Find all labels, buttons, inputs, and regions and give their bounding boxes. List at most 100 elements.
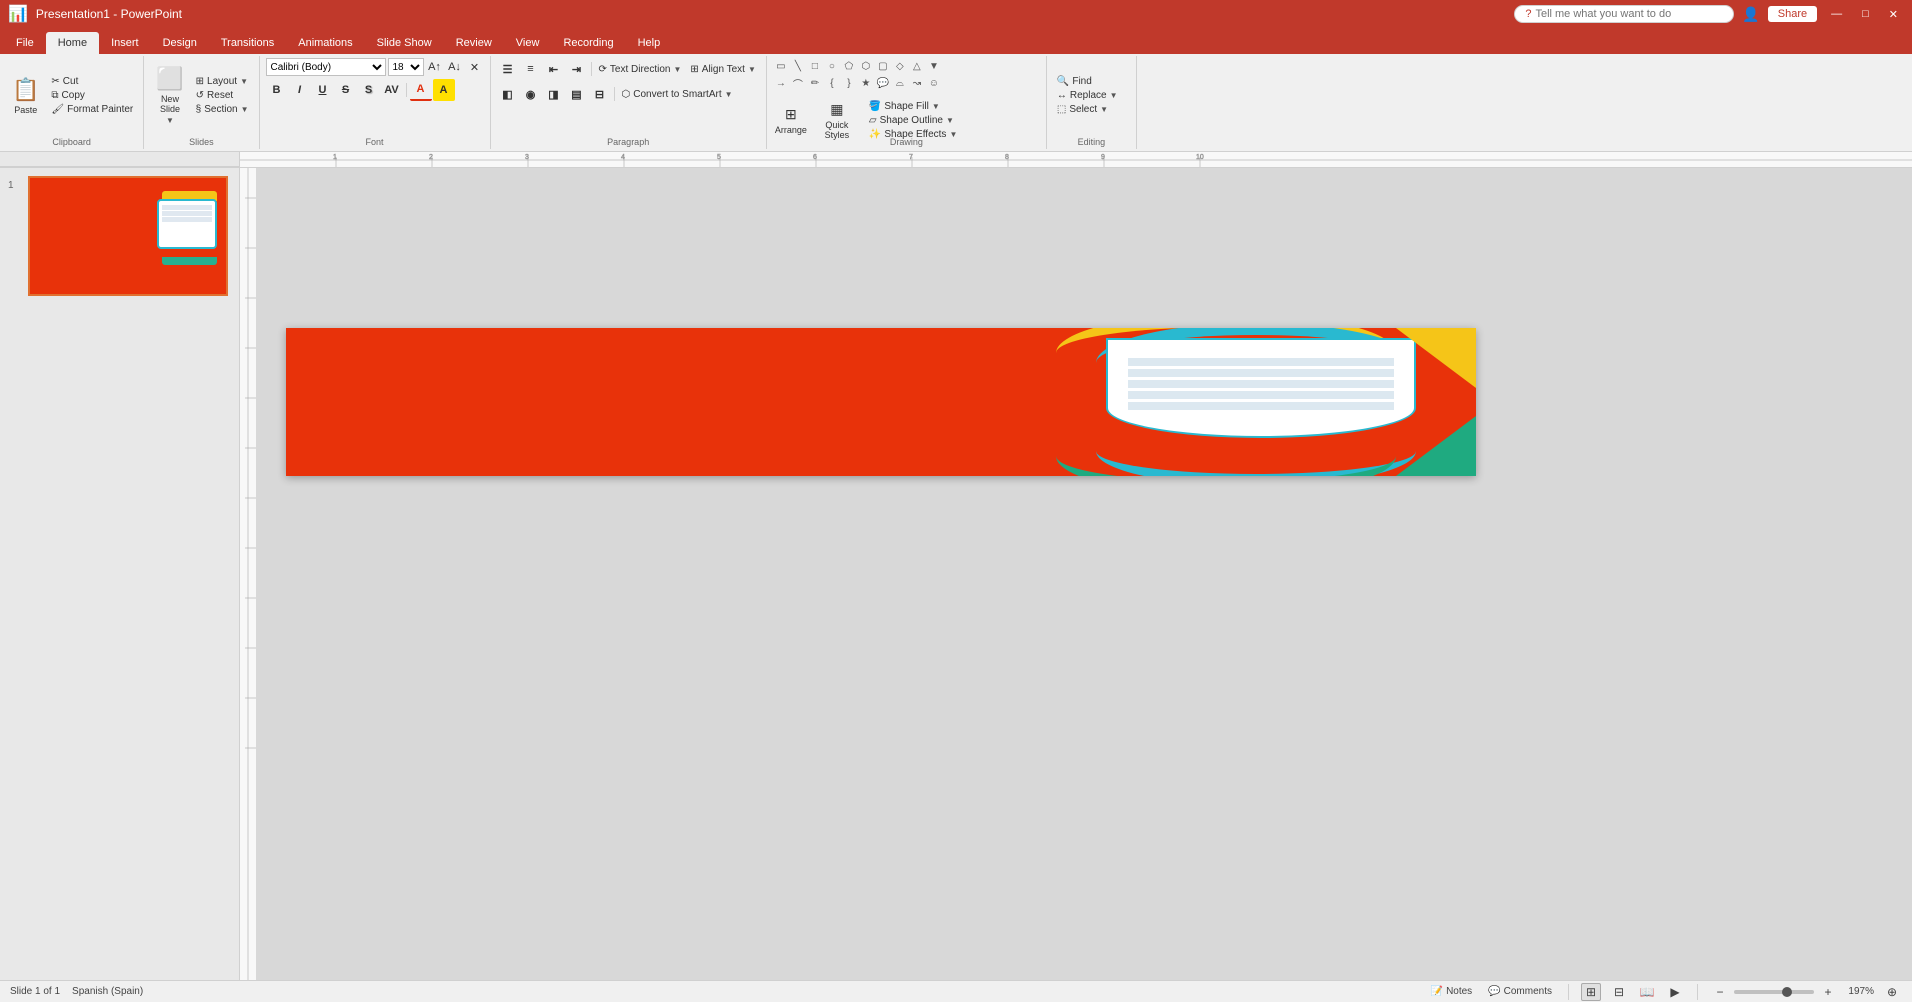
- strikethrough-button[interactable]: S: [335, 79, 357, 101]
- tab-transitions[interactable]: Transitions: [209, 32, 286, 54]
- shape-fill-icon: 🪣: [869, 101, 881, 112]
- thumb-teal: [162, 257, 217, 265]
- numbered-list-button[interactable]: ≡: [520, 58, 542, 80]
- share-button[interactable]: Share: [1768, 6, 1817, 22]
- zoom-slider[interactable]: [1734, 990, 1814, 994]
- tab-slideshow[interactable]: Slide Show: [365, 32, 444, 54]
- text-highlight-button[interactable]: A: [433, 79, 455, 101]
- shape-arrow[interactable]: →: [773, 75, 789, 91]
- slideshow-view-button[interactable]: ▶: [1665, 983, 1685, 1001]
- maximize-button[interactable]: □: [1856, 8, 1875, 20]
- reset-button[interactable]: ↺ Reset: [192, 89, 253, 102]
- svg-text:2: 2: [429, 154, 433, 161]
- shape-curve[interactable]: ⌒: [790, 75, 806, 91]
- replace-button[interactable]: ↔ Replace ▼: [1053, 89, 1122, 102]
- shape-outline-button[interactable]: ▱ Shape Outline ▼: [865, 114, 961, 127]
- shapes-more[interactable]: ▼: [926, 58, 942, 74]
- shape-triangle[interactable]: △: [909, 58, 925, 74]
- layout-button[interactable]: ⊞ Layout ▼: [192, 75, 253, 88]
- font-color-button[interactable]: A: [410, 79, 432, 101]
- format-painter-button[interactable]: 🖌 Format Painter: [47, 103, 137, 116]
- quick-styles-button[interactable]: ▦ Quick Styles: [815, 95, 859, 145]
- copy-button[interactable]: ⧉ Copy: [47, 89, 137, 102]
- slide-sorter-button[interactable]: ⊟: [1609, 983, 1629, 1001]
- shape-bracket-r[interactable]: }: [841, 75, 857, 91]
- italic-button[interactable]: I: [289, 79, 311, 101]
- account-icon[interactable]: 👤: [1742, 6, 1759, 23]
- slide-main[interactable]: [286, 328, 1476, 476]
- tab-help[interactable]: Help: [626, 32, 673, 54]
- search-bar[interactable]: ?: [1514, 5, 1734, 23]
- decrease-font-button[interactable]: A↓: [446, 58, 464, 76]
- font-family-select[interactable]: Calibri (Body) Arial Times New Roman: [266, 58, 386, 76]
- shape-connector[interactable]: ↝: [909, 75, 925, 91]
- ribbon-tabs: File Home Insert Design Transitions Anim…: [0, 28, 1912, 54]
- font-size-select[interactable]: 18 12 14 16 20 24: [388, 58, 424, 76]
- decrease-indent-button[interactable]: ⇤: [543, 58, 565, 80]
- columns-button[interactable]: ⊟: [589, 83, 611, 105]
- increase-font-button[interactable]: A↑: [426, 58, 444, 76]
- bold-button[interactable]: B: [266, 79, 288, 101]
- zoom-out-button[interactable]: −: [1710, 983, 1730, 1001]
- tab-design[interactable]: Design: [151, 32, 209, 54]
- align-text-icon: ⊞: [690, 64, 698, 75]
- zoom-thumb[interactable]: [1782, 987, 1792, 997]
- clear-formatting-button[interactable]: ✕: [466, 58, 484, 76]
- find-button[interactable]: 🔍 Find: [1053, 75, 1122, 88]
- normal-view-button[interactable]: ⊞: [1581, 983, 1601, 1001]
- tab-view[interactable]: View: [504, 32, 552, 54]
- comments-button[interactable]: 💬 Comments: [1484, 985, 1556, 998]
- char-spacing-button[interactable]: AV: [381, 79, 403, 101]
- shape-pentagon[interactable]: ⬠: [841, 58, 857, 74]
- arrange-button[interactable]: ⊞ Arrange: [773, 95, 809, 145]
- tab-review[interactable]: Review: [444, 32, 504, 54]
- section-button[interactable]: § Section ▼: [192, 103, 253, 116]
- close-button[interactable]: ✕: [1883, 8, 1904, 21]
- new-slide-button[interactable]: ⬜ New Slide ▼: [150, 61, 189, 131]
- shape-bracket-l[interactable]: {: [824, 75, 840, 91]
- shape-hexagon[interactable]: ⬡: [858, 58, 874, 74]
- reading-view-button[interactable]: 📖: [1637, 983, 1657, 1001]
- increase-indent-button[interactable]: ⇥: [566, 58, 588, 80]
- align-text-button[interactable]: ⊞ Align Text ▼: [686, 63, 760, 76]
- zoom-in-button[interactable]: +: [1818, 983, 1838, 1001]
- shape-star[interactable]: ★: [858, 75, 874, 91]
- shape-freeform[interactable]: ✏: [807, 75, 823, 91]
- shape-diamond[interactable]: ◇: [892, 58, 908, 74]
- reset-icon: ↺: [196, 90, 204, 101]
- tab-recording[interactable]: Recording: [551, 32, 625, 54]
- select-button[interactable]: ⬚ Select ▼: [1053, 103, 1122, 116]
- align-right-button[interactable]: ◨: [543, 83, 565, 105]
- convert-smartart-button[interactable]: ⬡ Convert to SmartArt ▼: [618, 88, 737, 101]
- justify-button[interactable]: ▤: [566, 83, 588, 105]
- bullets-button[interactable]: ☰: [497, 58, 519, 80]
- shape-smiley[interactable]: ☺: [926, 75, 942, 91]
- align-left-button[interactable]: ◧: [497, 83, 519, 105]
- paste-button[interactable]: 📋 Paste: [6, 61, 45, 131]
- shape-rect[interactable]: ▭: [773, 58, 789, 74]
- align-center-button[interactable]: ◉: [520, 83, 542, 105]
- shape-line[interactable]: ╲: [790, 58, 806, 74]
- shape-oval[interactable]: ○: [824, 58, 840, 74]
- tab-file[interactable]: File: [4, 32, 46, 54]
- shape-callout[interactable]: 💬: [875, 75, 891, 91]
- slide-thumbnail-1[interactable]: [28, 176, 228, 296]
- shape-fill-button[interactable]: 🪣 Shape Fill ▼: [865, 100, 961, 113]
- search-input[interactable]: [1535, 8, 1695, 20]
- shape-rounded-rect[interactable]: ▢: [875, 58, 891, 74]
- tab-animations[interactable]: Animations: [286, 32, 364, 54]
- slide-thumb-1[interactable]: 1: [8, 176, 231, 296]
- tab-home[interactable]: Home: [46, 32, 99, 54]
- fit-slide-button[interactable]: ⊕: [1882, 983, 1902, 1001]
- canvas-area[interactable]: [240, 168, 1912, 980]
- shape-square[interactable]: □: [807, 58, 823, 74]
- notes-button[interactable]: 📝 Notes: [1427, 985, 1477, 998]
- minimize-button[interactable]: —: [1825, 8, 1848, 20]
- shape-arc[interactable]: ⌓: [892, 75, 908, 91]
- text-direction-button[interactable]: ⟳ Text Direction ▼: [595, 63, 686, 76]
- slides-panel[interactable]: 1: [0, 168, 240, 980]
- tab-insert[interactable]: Insert: [99, 32, 151, 54]
- shadow-button[interactable]: S: [358, 79, 380, 101]
- cut-button[interactable]: ✂ Cut: [47, 75, 137, 88]
- underline-button[interactable]: U: [312, 79, 334, 101]
